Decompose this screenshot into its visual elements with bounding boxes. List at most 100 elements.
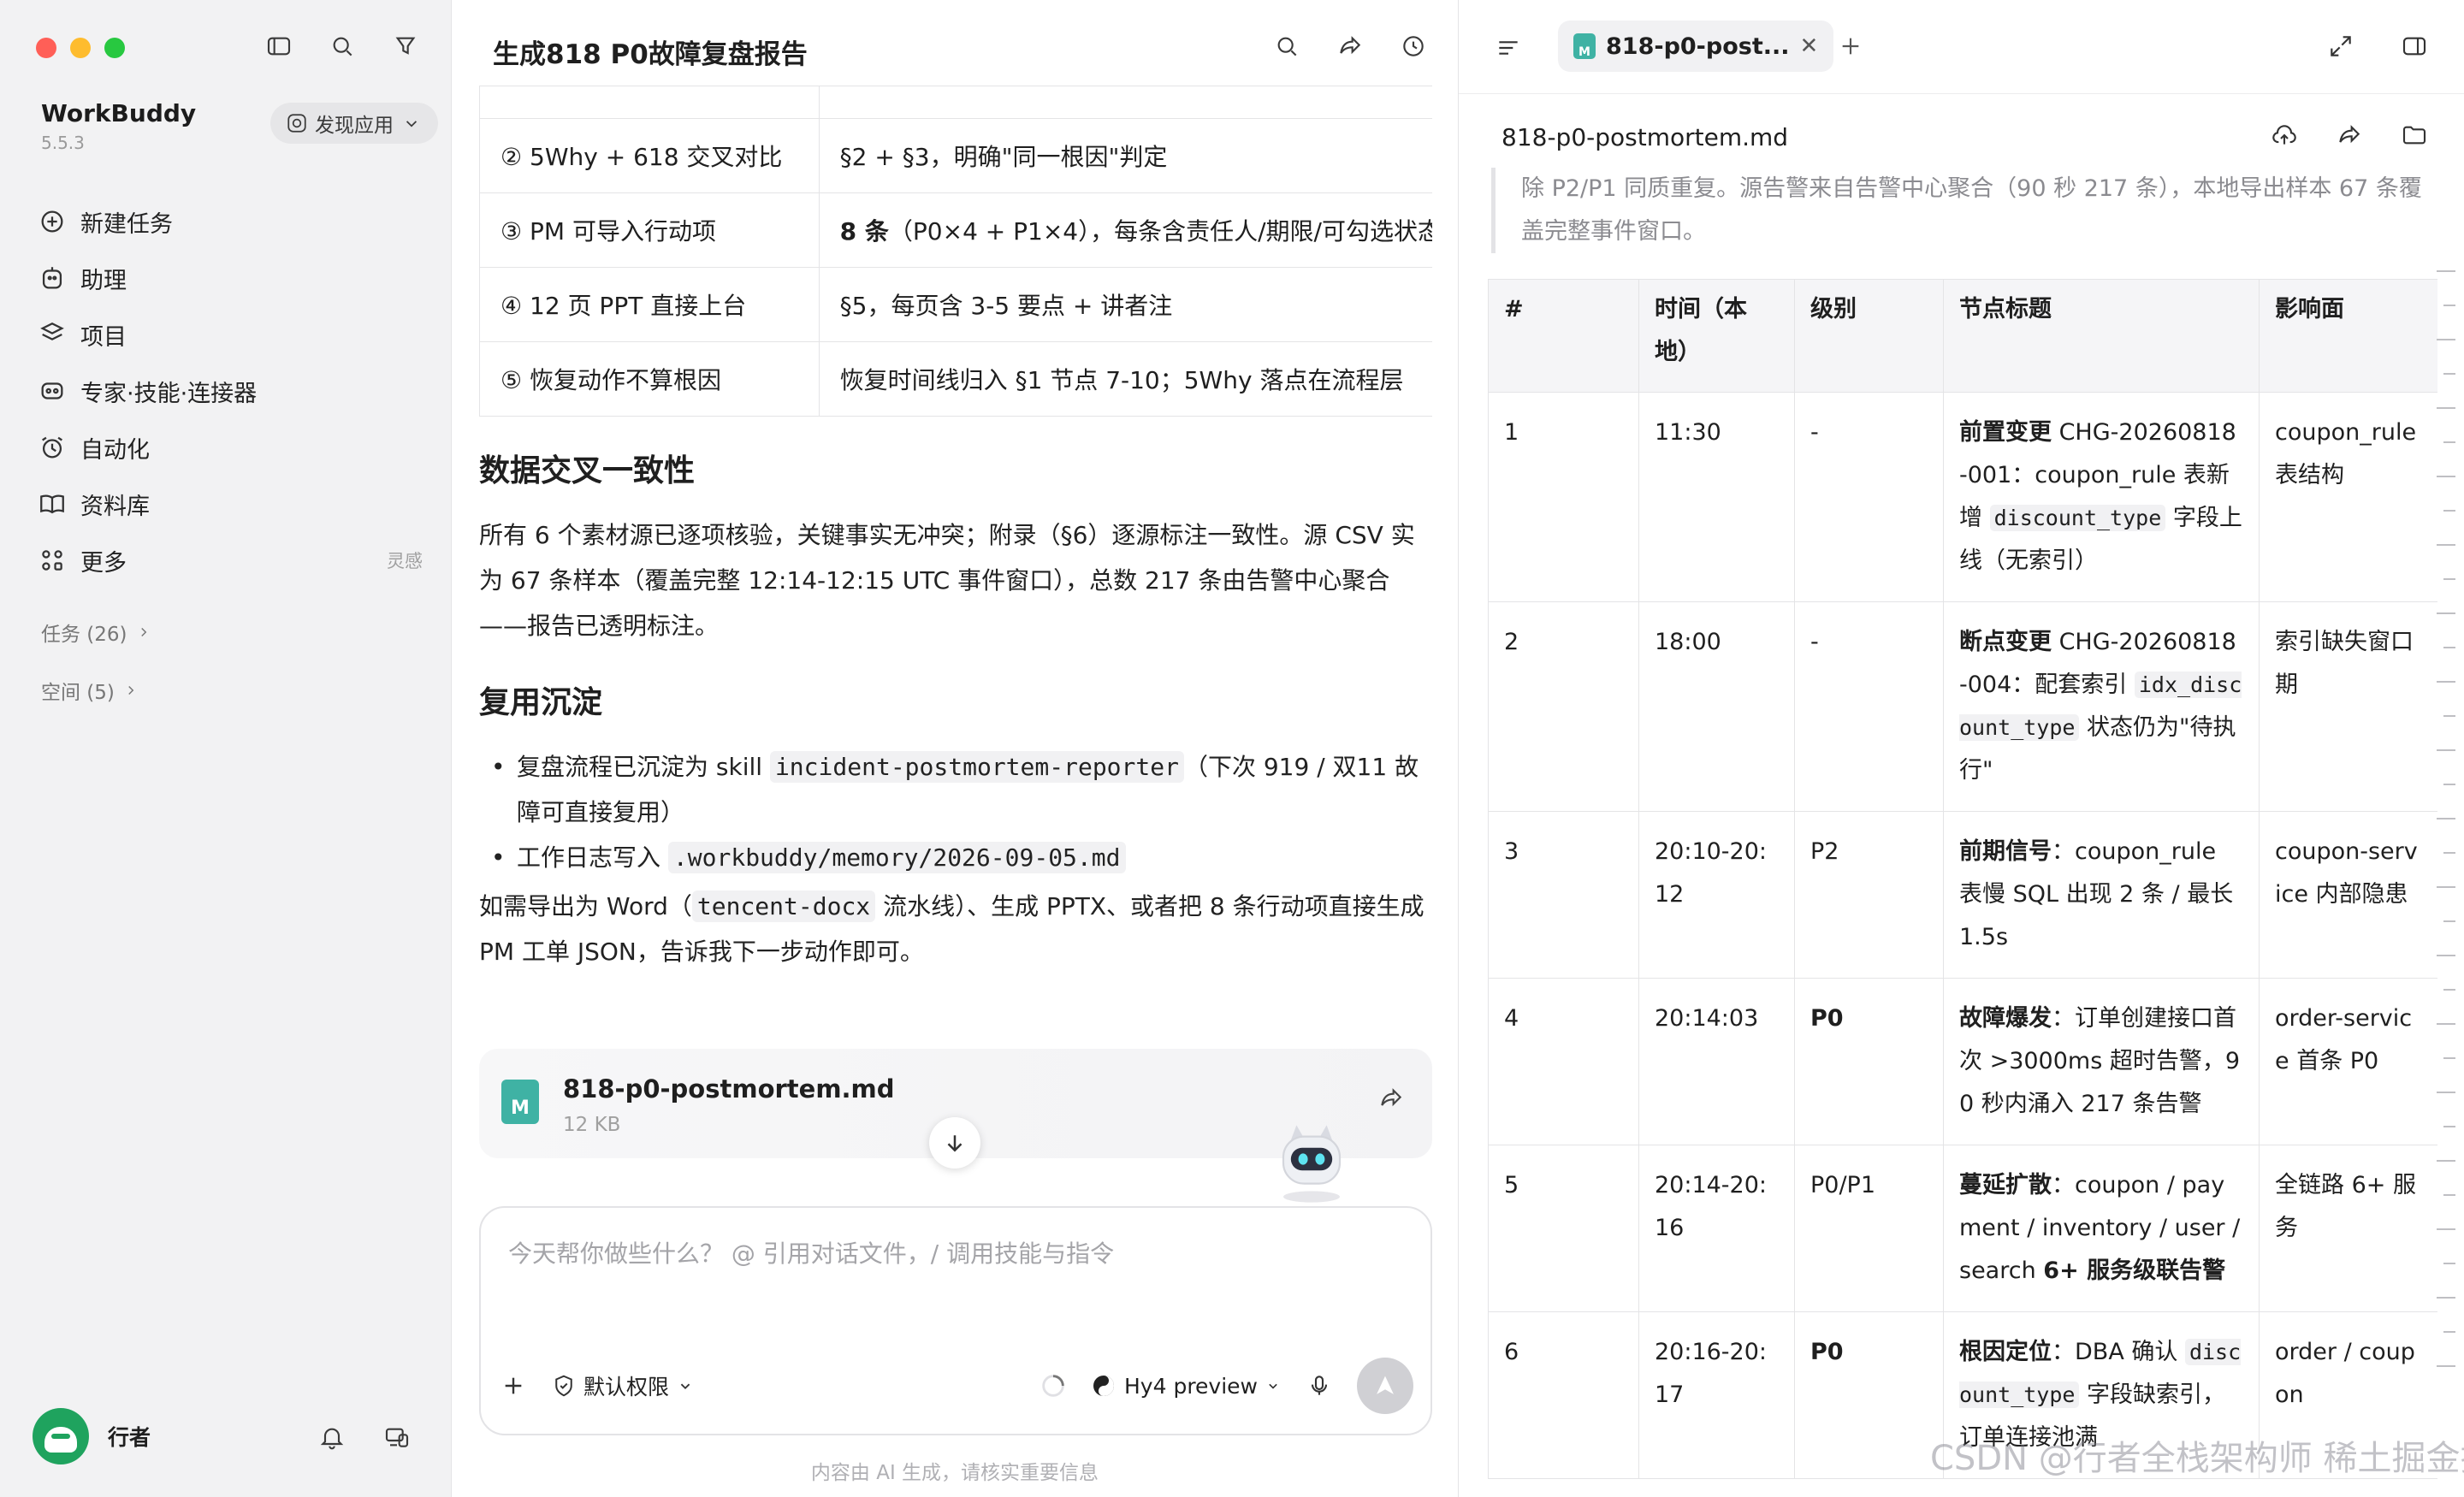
tab-file[interactable]: M 818-p0-post... ✕ — [1558, 21, 1834, 72]
ai-disclaimer: 内容由 AI 生成，请核实重要信息 — [810, 1462, 1099, 1484]
add-attachment-icon[interactable] — [498, 1370, 529, 1401]
expand-icon[interactable] — [2325, 31, 2356, 62]
nav-project[interactable]: 项目 — [38, 306, 423, 363]
discover-label: 发现应用 — [315, 115, 394, 137]
table-cell: ③ PM 可导入行动项 — [479, 192, 820, 268]
table-cell: P0 — [1794, 1311, 1944, 1479]
model-selector[interactable]: Hy4 preview — [1090, 1372, 1282, 1399]
scroll-minimap[interactable] — [2437, 270, 2459, 1399]
markdown-file-icon: M — [501, 1080, 539, 1124]
composer-input[interactable]: 今天帮你做些什么？ @ 引用对话文件，/ 调用技能与指令 — [508, 1235, 1114, 1269]
nav-hint[interactable]: 灵感 — [387, 547, 423, 573]
blockquote: 除 P2/P1 同质重复。源告警来自告警中心聚合（90 秒 217 条），本地导… — [1491, 168, 2424, 253]
node-title-bold: 故障爆发 — [1959, 1005, 2052, 1032]
nav-more[interactable]: 更多 灵感 — [38, 532, 423, 589]
table-row: 2 18:00- 断点变更 CHG-20260818-004：配套索引 idx_di… — [1488, 601, 2437, 812]
zoom-window-button[interactable] — [104, 38, 125, 58]
inline-code: tencent-docx — [691, 891, 876, 922]
upload-cloud-icon[interactable] — [2269, 120, 2300, 151]
mascot-robot-icon — [1282, 1125, 1342, 1203]
nav-experts[interactable]: 专家·技能·连接器 — [38, 363, 423, 419]
nav-label: 项目 — [80, 323, 127, 351]
filter-icon[interactable] — [390, 31, 421, 62]
table-row: ④ 12 页 PPT 直接上台 §5，每页含 3-5 要点 + 讲者注 — [479, 267, 1432, 342]
panel-toggle-icon[interactable] — [2399, 31, 2430, 62]
section-heading: 复用沉淀 — [479, 685, 603, 720]
project-icon — [40, 322, 64, 340]
folder-icon[interactable] — [2399, 120, 2430, 151]
table-cell: ② 5Why + 618 交叉对比 — [479, 118, 820, 193]
table-cell: 18:00 — [1638, 601, 1795, 812]
new-tab-icon[interactable] — [1835, 31, 1866, 62]
table-row — [479, 86, 1432, 119]
share-icon[interactable] — [1376, 1083, 1407, 1114]
toggle-sidebar-icon[interactable] — [264, 31, 294, 62]
node-title-text: 6+ 服务级联告警 — [2043, 1257, 2226, 1284]
send-button[interactable] — [1357, 1358, 1413, 1414]
search-icon[interactable] — [327, 31, 358, 62]
timeline-table: # 时间（本地） 级别 节点标题 影响面 1 11:30- 前置变更 CHG-202… — [1488, 279, 2437, 1479]
table-cell: 20:14:03 — [1638, 978, 1795, 1145]
paragraph: 如需导出为 Word（ tencent-docx 流水线）、生成 PPTX、或者把… — [479, 884, 1432, 974]
permission-label: 默认权限 — [583, 1375, 670, 1399]
file-size: 12 KB — [563, 1114, 621, 1136]
list-item: 复盘流程已沉淀为 skill incident-postmortem-repor… — [479, 744, 1432, 835]
table-cell: 3 — [1488, 811, 1639, 979]
table-cell: §2 + §3，明确"同一根因"判定 — [818, 118, 1432, 193]
sidebar: WorkBuddy 5.5.3 发现应用 新建任务 助理 项目 专家·技能·连接… — [0, 0, 452, 1497]
nav-label: 自动化 — [80, 436, 150, 464]
more-grid-icon — [42, 550, 62, 571]
spaces-section-link[interactable]: 空间 (5) — [41, 676, 139, 705]
nav-library[interactable]: 资料库 — [38, 476, 423, 532]
bell-icon[interactable] — [317, 1422, 347, 1453]
discover-apps-button[interactable]: 发现应用 — [270, 103, 438, 144]
page-title: 生成818 P0故障复盘报告 — [493, 39, 808, 70]
permission-selector[interactable]: 默认权限 — [551, 1370, 695, 1401]
window-controls — [36, 38, 125, 58]
preview-file-title: 818-p0-postmortem.md — [1502, 123, 1789, 151]
share-icon[interactable] — [1335, 31, 1365, 62]
nav-automation[interactable]: 自动化 — [38, 419, 423, 476]
table-row: ② 5Why + 618 交叉对比 §2 + §3，明确"同一根因"判定 — [479, 118, 1432, 193]
share-icon[interactable] — [2334, 120, 2365, 151]
devices-icon[interactable] — [382, 1422, 412, 1453]
node-title-bold: 根因定位 — [1959, 1339, 2052, 1365]
close-window-button[interactable] — [36, 38, 56, 58]
send-arrow-icon — [1377, 1376, 1394, 1394]
paragraph-text: 如需导出为 Word（ — [479, 892, 692, 920]
history-icon[interactable] — [1398, 31, 1429, 62]
tasks-section-link[interactable]: 任务 (26) — [41, 618, 151, 647]
expert-icon — [41, 382, 63, 399]
search-icon[interactable] — [1271, 31, 1302, 62]
message-composer[interactable]: 今天帮你做些什么？ @ 引用对话文件，/ 调用技能与指令 默认权限 Hy4 pr… — [479, 1206, 1432, 1435]
nav-label: 专家·技能·连接器 — [80, 380, 258, 407]
nav-label: 助理 — [80, 267, 127, 294]
model-logo-icon — [1093, 1376, 1114, 1396]
microphone-icon[interactable] — [1304, 1370, 1335, 1401]
timeline-table-container[interactable]: # 时间（本地） 级别 节点标题 影响面 1 11:30- 前置变更 CHG-202… — [1488, 279, 2437, 1497]
avatar[interactable] — [33, 1408, 89, 1464]
table-cell: 1 — [1488, 392, 1639, 602]
spaces-label: 空间 (5) — [41, 682, 115, 704]
node-title-text: ：DBA 确认 — [2052, 1339, 2185, 1365]
brand: WorkBuddy 5.5.3 — [41, 99, 196, 153]
table-cell: 8 条（P0×4 + P1×4），每条含责任人/期限/可勾选状态 — [818, 192, 1432, 268]
close-icon[interactable]: ✕ — [1800, 33, 1819, 59]
menu-icon[interactable] — [1493, 33, 1524, 63]
table-cell: 索引缺失窗口期 — [2259, 601, 2437, 812]
file-preview-panel: M 818-p0-post... ✕ 818-p0-postmortem.md … — [1458, 0, 2464, 1497]
table-cell: 11:30 — [1638, 392, 1795, 602]
table-row: ⑤ 恢复动作不算根因 恢复时间线归入 §1 节点 7-10；5Why 落点在流程… — [479, 341, 1432, 417]
table-header-row: # 时间（本地） 级别 节点标题 影响面 — [1488, 279, 2437, 393]
chat-messages[interactable]: ② 5Why + 618 交叉对比 §2 + §3，明确"同一根因"判定 ③ P… — [479, 86, 1432, 1044]
table-cell: P2 — [1794, 811, 1944, 979]
node-title-bold: 前期信号 — [1959, 838, 2052, 865]
nav-label: 资料库 — [80, 493, 150, 520]
nav-assistant[interactable]: 助理 — [38, 250, 423, 306]
file-name: 818-p0-postmortem.md — [563, 1074, 895, 1104]
scroll-down-button[interactable] — [929, 1117, 980, 1169]
user-profile[interactable]: 行者 — [33, 1408, 151, 1464]
minimize-window-button[interactable] — [70, 38, 91, 58]
plus-circle-icon — [41, 210, 63, 233]
nav-new-task[interactable]: 新建任务 — [38, 193, 423, 250]
